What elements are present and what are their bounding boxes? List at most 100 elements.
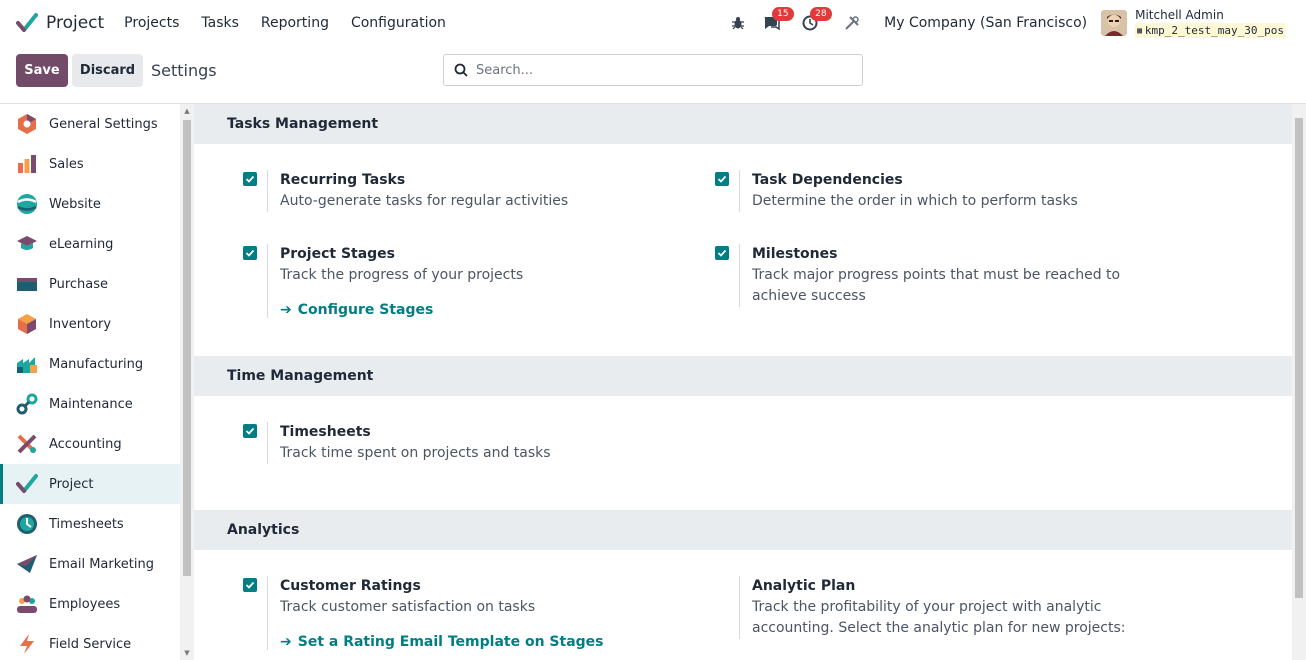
user-avatar[interactable] — [1101, 10, 1128, 36]
section-title-analytics: Analytics — [194, 510, 1292, 550]
discard-button[interactable]: Discard — [72, 54, 143, 87]
sidebar-item-label: Sales — [49, 156, 84, 172]
check-icon — [717, 175, 727, 183]
sidebar-scrollbar[interactable]: ▲ ▼ — [180, 104, 194, 660]
sidebar-item-label: Employees — [49, 596, 121, 612]
sidebar-scroll-thumb[interactable] — [183, 120, 191, 576]
setting-title: Milestones — [752, 246, 838, 262]
purchase-icon — [17, 278, 37, 291]
sidebar-item-label: Website — [49, 196, 101, 212]
menu-configuration[interactable]: Configuration — [351, 15, 446, 31]
sidebar-item-general-settings[interactable]: General Settings — [0, 104, 180, 144]
sidebar-item-inventory[interactable]: Inventory — [0, 304, 180, 344]
content-scrollbar[interactable] — [1292, 104, 1306, 660]
setting-title: Analytic Plan — [752, 578, 856, 594]
company-switcher[interactable]: My Company (San Francisco) — [884, 15, 1087, 31]
sidebar-item-employees[interactable]: Employees — [0, 584, 180, 624]
database-name: ▩ kmp_2_test_may_30_pos — [1135, 23, 1286, 38]
setting-body: Project Stages Track the progress of you… — [267, 244, 687, 318]
menu-projects[interactable]: Projects — [124, 15, 179, 31]
task-dependencies-checkbox[interactable] — [715, 172, 729, 186]
check-icon — [717, 249, 727, 257]
sidebar-item-label: Maintenance — [49, 396, 133, 412]
debug-bug-icon[interactable] — [728, 13, 748, 33]
search-input[interactable] — [476, 62, 836, 78]
setting-title: Project Stages — [280, 246, 396, 262]
manufacturing-icon — [17, 357, 37, 373]
check-icon — [245, 175, 255, 183]
content-scroll-thumb[interactable] — [1295, 118, 1303, 598]
setting-title: Timesheets — [280, 424, 371, 440]
sidebar-item-label: Timesheets — [49, 516, 124, 532]
search-icon — [454, 63, 468, 77]
check-icon — [245, 581, 255, 589]
sidebar-item-field-service[interactable]: Field Service — [0, 624, 180, 660]
sidebar-item-elearning[interactable]: eLearning — [0, 224, 180, 264]
app-name: Project — [46, 13, 105, 33]
rating-email-template-link[interactable]: ➔ Set a Rating Email Template on Stages — [280, 634, 687, 650]
activities-badge: 28 — [810, 7, 832, 21]
database-label: kmp_2_test_may_30_pos — [1144, 24, 1284, 37]
save-button[interactable]: Save — [16, 54, 68, 87]
top-navbar: Project Projects Tasks Reporting Configu… — [0, 0, 1306, 46]
setting-body: Analytic Plan Track the profitability of… — [739, 576, 1159, 639]
customer-ratings-checkbox[interactable] — [243, 578, 257, 592]
setting-description: Track the progress of your projects — [280, 267, 524, 283]
recurring-tasks-checkbox[interactable] — [243, 172, 257, 186]
configure-stages-link[interactable]: ➔ Configure Stages — [280, 302, 687, 318]
arrow-right-icon: ➔ — [280, 302, 292, 318]
setting-body: Task Dependencies Determine the order in… — [739, 170, 1159, 212]
project-icon — [16, 474, 38, 493]
inventory-icon — [18, 314, 36, 334]
sidebar-item-maintenance[interactable]: Maintenance — [0, 384, 180, 424]
sidebar-item-label: eLearning — [49, 236, 114, 252]
settings-content: Tasks Management Recurring Tasks Auto-ge… — [194, 104, 1292, 660]
milestones-checkbox[interactable] — [715, 246, 729, 260]
setting-body: Timesheets Track time spent on projects … — [267, 422, 687, 464]
sidebar-item-label: Manufacturing — [49, 356, 144, 372]
sidebar-item-email-marketing[interactable]: Email Marketing — [0, 544, 180, 584]
sidebar-item-label: Email Marketing — [49, 556, 154, 572]
section-title-time-management: Time Management — [194, 356, 1292, 396]
setting-description: Track the profitability of your project … — [752, 599, 1126, 636]
activities-clock-icon[interactable]: 28 — [800, 7, 832, 33]
tools-icon[interactable] — [842, 13, 862, 33]
setting-body: Milestones Track major progress points t… — [739, 244, 1159, 307]
settings-search[interactable] — [443, 54, 863, 86]
sales-icon — [18, 155, 36, 173]
website-icon — [17, 194, 37, 214]
messages-icon[interactable]: 15 — [762, 7, 794, 33]
setting-title: Customer Ratings — [280, 578, 421, 594]
systray: 15 28 My Company (San Francisco) Mitchel… — [714, 0, 1286, 46]
sidebar-item-project[interactable]: Project — [0, 464, 180, 504]
sidebar-item-timesheets[interactable]: Timesheets — [0, 504, 180, 544]
sidebar-item-manufacturing[interactable]: Manufacturing — [0, 344, 180, 384]
sidebar-item-label: Field Service — [49, 636, 132, 652]
user-menu[interactable]: Mitchell Admin ▩ kmp_2_test_may_30_pos — [1135, 8, 1286, 38]
scroll-down-arrow-icon[interactable]: ▼ — [183, 649, 191, 657]
project-app-icon — [16, 13, 38, 32]
timesheets-checkbox[interactable] — [243, 424, 257, 438]
arrow-right-icon: ➔ — [280, 634, 292, 650]
accounting-icon — [17, 434, 37, 454]
setting-description: Track major progress points that must be… — [752, 267, 1121, 304]
app-brand[interactable]: Project — [16, 12, 104, 34]
maintenance-icon — [16, 393, 38, 415]
project-stages-checkbox[interactable] — [243, 246, 257, 260]
check-icon — [245, 427, 255, 435]
sidebar-item-website[interactable]: Website — [0, 184, 180, 224]
sidebar-item-sales[interactable]: Sales — [0, 144, 180, 184]
menu-tasks[interactable]: Tasks — [201, 15, 239, 31]
sidebar-item-purchase[interactable]: Purchase — [0, 264, 180, 304]
link-label: Set a Rating Email Template on Stages — [297, 634, 604, 650]
check-icon — [245, 249, 255, 257]
sidebar-item-label: Accounting — [49, 436, 122, 452]
setting-description: Track customer satisfaction on tasks — [280, 599, 536, 615]
settings-sidebar: General Settings Sales Website eLearning… — [0, 104, 180, 660]
scroll-up-arrow-icon[interactable]: ▲ — [183, 107, 191, 115]
setting-description: Track time spent on projects and tasks — [280, 445, 551, 461]
sidebar-item-accounting[interactable]: Accounting — [0, 424, 180, 464]
menu-reporting[interactable]: Reporting — [261, 15, 329, 31]
messages-badge: 15 — [772, 7, 794, 21]
setting-body: Customer Ratings Track customer satisfac… — [267, 576, 687, 650]
